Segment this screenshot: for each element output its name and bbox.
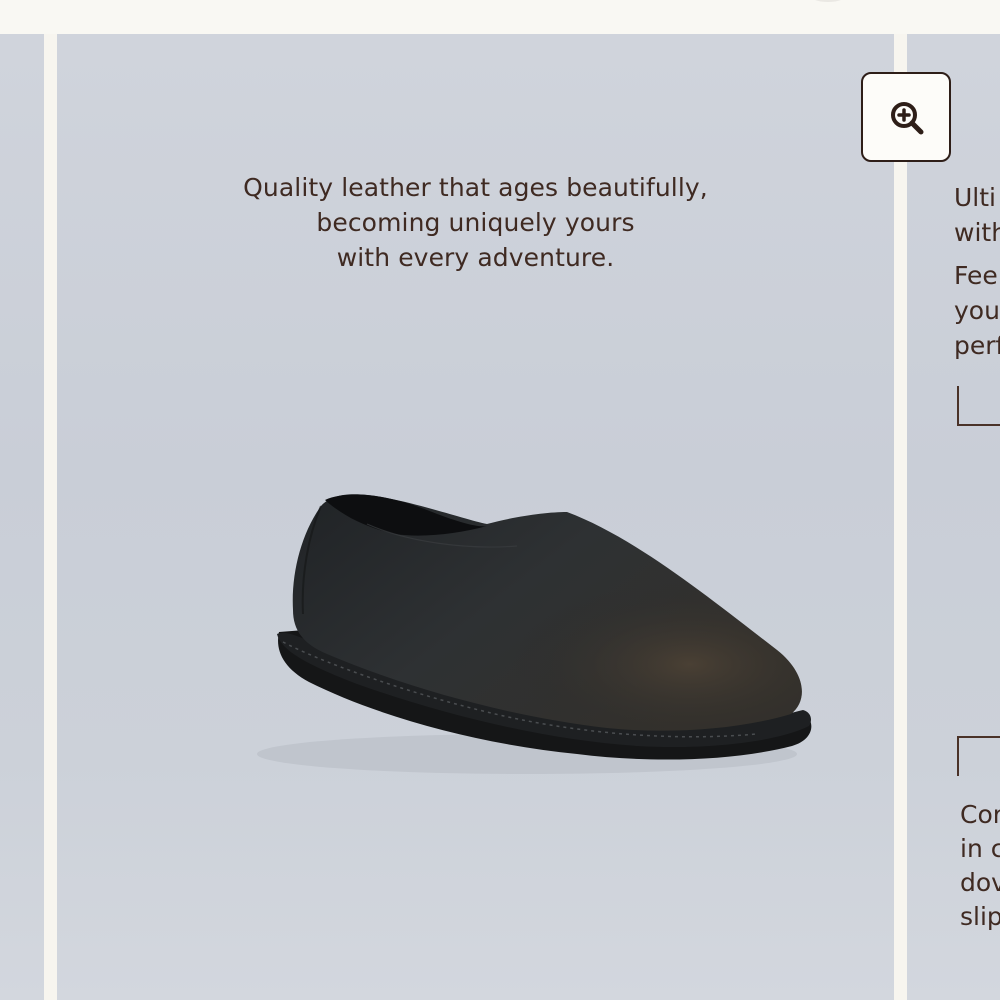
caption-line: Ulti	[954, 183, 996, 212]
caption-line: in c	[960, 834, 1000, 863]
previous-slide-edge[interactable]	[0, 34, 44, 1000]
next-slide-bottom-caption: Cor in c dov slip	[960, 798, 1000, 934]
caption-line: Fee	[954, 261, 998, 290]
caption-line: dov	[960, 868, 1000, 897]
next-slide-peek[interactable]: Ulti with Fee you perf Cor in c dov slip	[907, 34, 1000, 1000]
caption-line: with	[954, 218, 1000, 247]
caption-line: with every adventure.	[336, 243, 615, 272]
caption-line: becoming uniquely yours	[316, 208, 635, 237]
zoom-button[interactable]	[861, 72, 951, 162]
top-bar-shadow	[812, 0, 844, 2]
callout-bracket	[957, 386, 1000, 426]
product-image-slide: Quality leather that ages beautifully, b…	[57, 34, 894, 1000]
next-slide-caption: Ulti with Fee you perf	[954, 180, 1000, 363]
top-bar	[0, 0, 1000, 34]
product-shoe-image	[257, 494, 812, 774]
slide-caption: Quality leather that ages beautifully, b…	[57, 170, 894, 275]
zoom-in-icon	[891, 102, 924, 135]
caption-line: slip	[960, 902, 1000, 931]
caption-line: Cor	[960, 800, 1000, 829]
callout-bracket	[957, 736, 1000, 776]
caption-line: you	[954, 296, 1000, 325]
caption-line: Quality leather that ages beautifully,	[243, 173, 708, 202]
caption-line: perf	[954, 331, 1000, 360]
